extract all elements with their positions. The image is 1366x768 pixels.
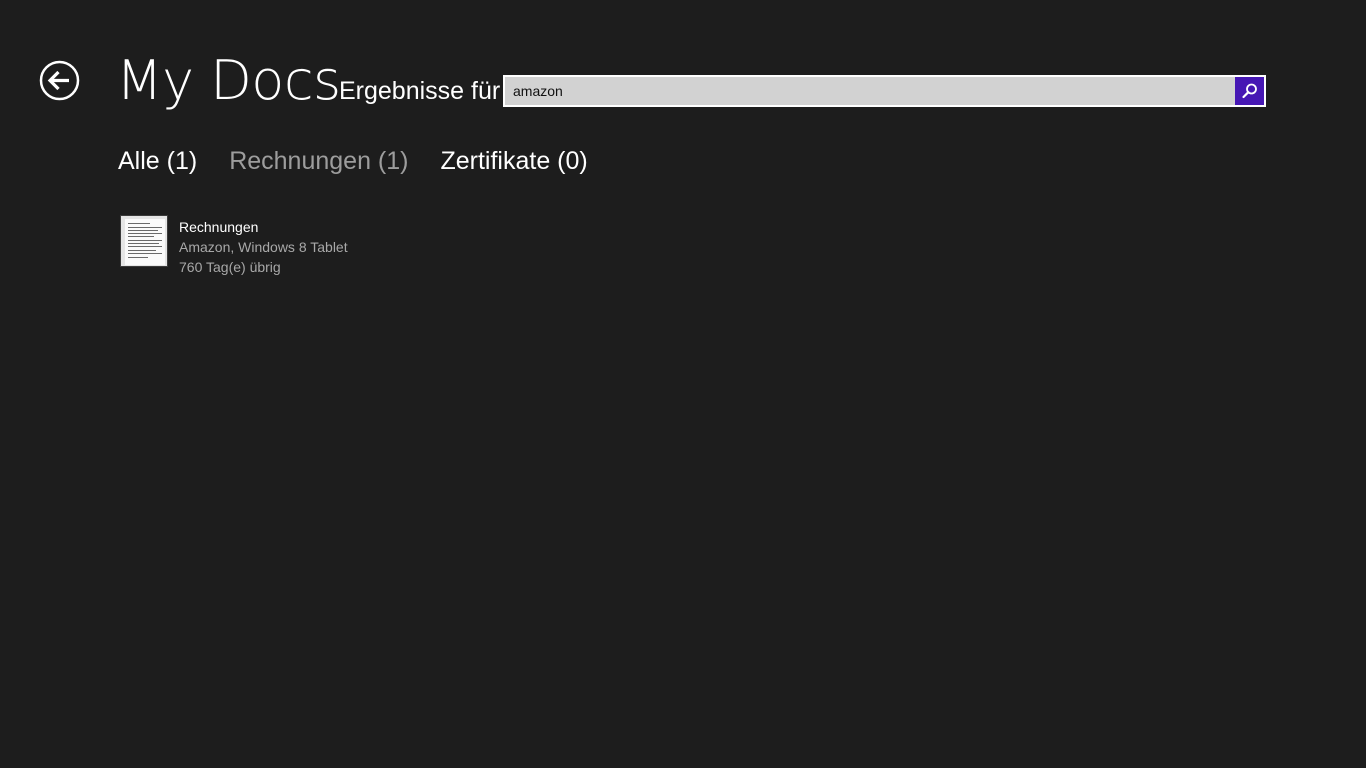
document-thumbnail-icon: [120, 215, 168, 267]
search-box: [503, 75, 1266, 107]
filter-tabs: Alle (1) Rechnungen (1) Zertifikate (0): [118, 144, 620, 178]
filter-tab-alle[interactable]: Alle (1): [118, 144, 197, 178]
filter-tab-zertifikate[interactable]: Zertifikate (0): [440, 144, 587, 178]
page-title: My Docs: [116, 49, 341, 112]
result-days-remaining: 760 Tag(e) übrig: [179, 259, 281, 275]
back-button[interactable]: [39, 60, 80, 101]
magnifier-icon: [1241, 83, 1257, 99]
result-title: Rechnungen: [179, 219, 259, 235]
result-subtitle: Amazon, Windows 8 Tablet: [179, 239, 348, 255]
result-text: Rechnungen Amazon, Windows 8 Tablet 760 …: [179, 217, 348, 277]
results-for-label: Ergebnisse für: [339, 77, 501, 105]
result-item[interactable]: Rechnungen Amazon, Windows 8 Tablet 760 …: [118, 213, 378, 275]
back-arrow-circle-icon: [39, 60, 80, 101]
search-results-page: My Docs Ergebnisse für Alle (1) Rechnung…: [0, 0, 1366, 768]
filter-tab-rechnungen[interactable]: Rechnungen (1): [229, 144, 408, 178]
search-button[interactable]: [1235, 77, 1264, 105]
search-input[interactable]: [505, 77, 1236, 105]
